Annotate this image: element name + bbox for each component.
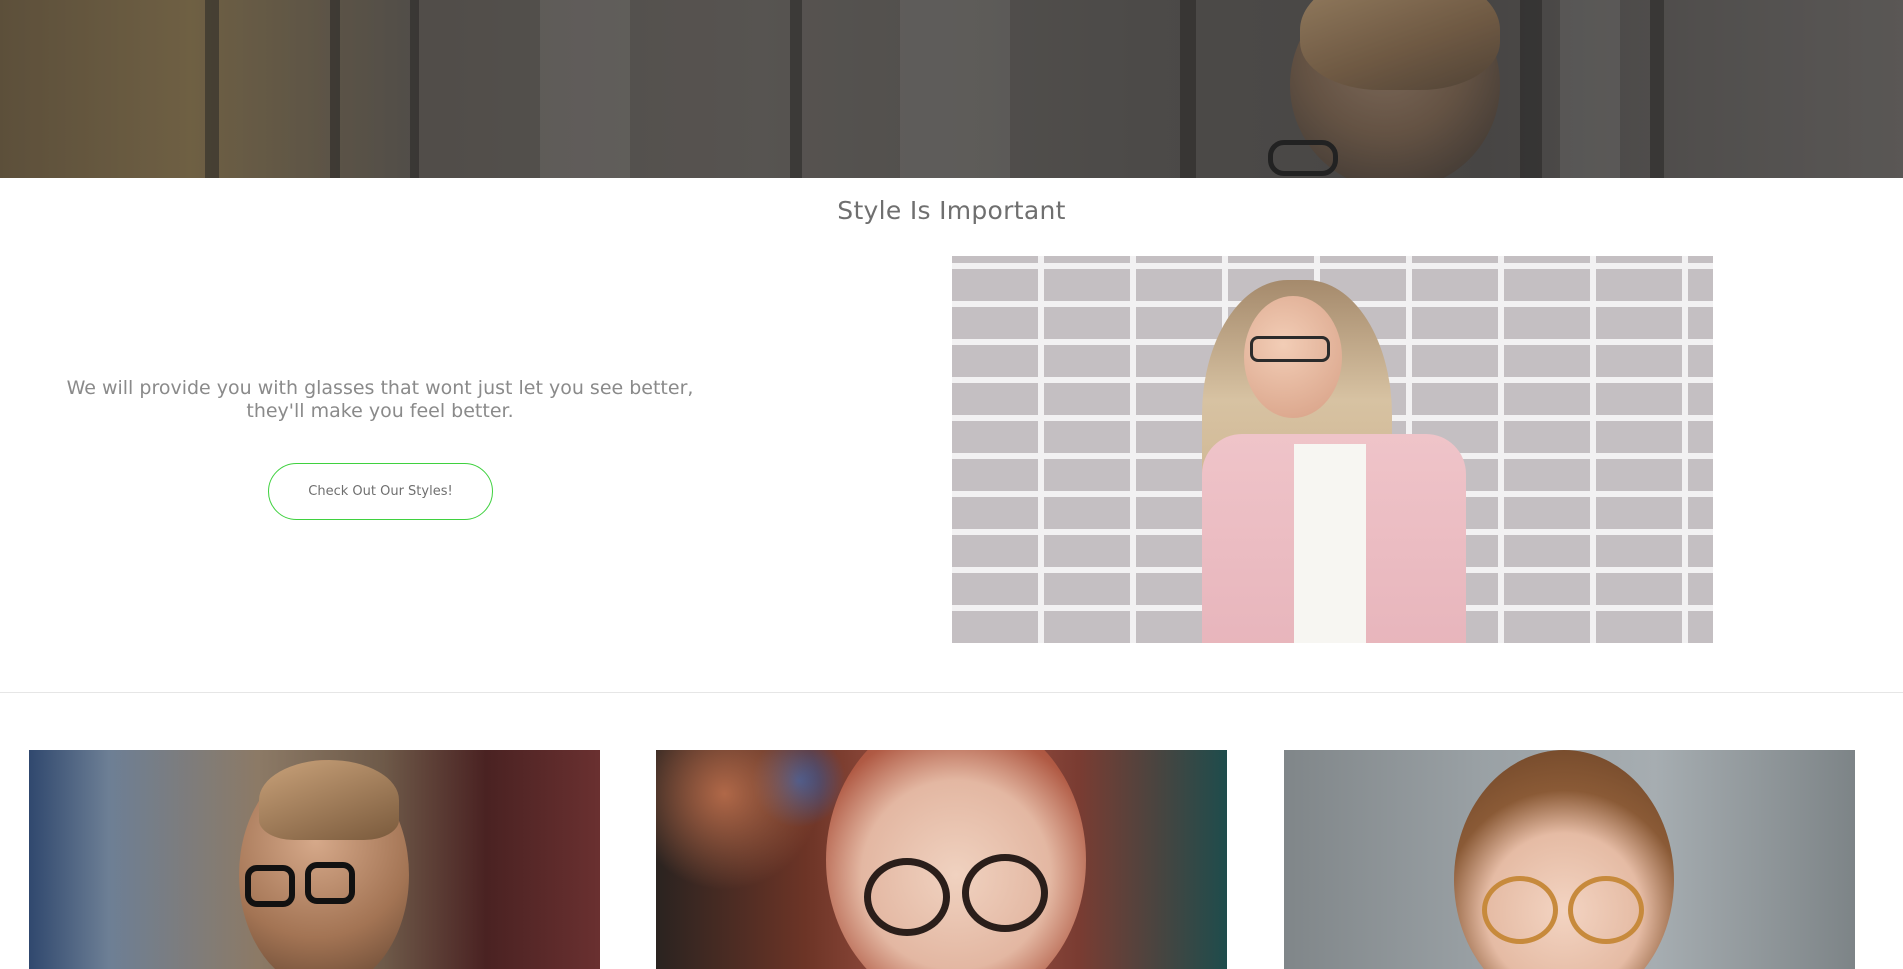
feature-subject-glasses	[1250, 336, 1330, 362]
glasses-lens	[1568, 876, 1644, 944]
check-out-styles-button[interactable]: Check Out Our Styles!	[268, 463, 493, 520]
glasses-lens	[245, 865, 295, 907]
gallery-subject-hair	[259, 760, 399, 840]
feature-subject-shirt	[1294, 444, 1366, 643]
gallery-subject	[826, 750, 1086, 969]
glasses-lens	[962, 854, 1048, 932]
hero-overlay	[0, 0, 1903, 178]
hero-banner-image	[0, 0, 1903, 178]
glasses-lens	[864, 858, 950, 936]
section-divider	[0, 692, 1903, 693]
gallery-card[interactable]	[1284, 750, 1855, 969]
gallery-card[interactable]	[29, 750, 600, 969]
section-title: Style Is Important	[837, 196, 1066, 225]
glasses-lens	[1482, 876, 1558, 944]
tagline-text: We will provide you with glasses that wo…	[66, 377, 694, 422]
feature-image	[952, 256, 1713, 643]
gallery-card[interactable]	[656, 750, 1227, 969]
glasses-lens	[305, 862, 355, 904]
gallery-subject	[1454, 750, 1674, 969]
